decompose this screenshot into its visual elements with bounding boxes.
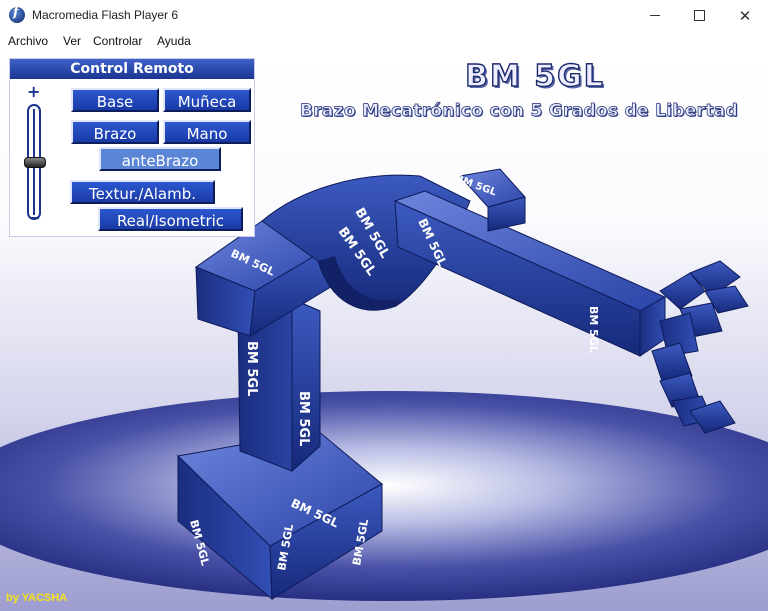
arm-label: BM 5GL [244,341,259,396]
window-title: Macromedia Flash Player 6 [32,8,179,22]
arm-label: BM 5GL [296,391,311,446]
slider-minus-icon[interactable] [30,217,39,219]
close-icon[interactable]: ✕ [722,0,768,31]
title-bar: Macromedia Flash Player 6 ✕ [0,0,768,31]
subtitle: Brazo Mecatrónico con 5 Grados de Libert… [299,101,739,122]
slider-thumb[interactable] [24,157,46,168]
textura-button[interactable]: Textur./Alamb. [70,180,215,204]
slider-plus-icon[interactable]: + [27,82,40,101]
floor-disk [0,391,768,601]
control-panel: Control Remoto + Base Muñeca Brazo Mano … [9,58,255,237]
menu-ver[interactable]: Ver [63,34,81,48]
panel-title: Control Remoto [10,59,254,79]
credit-text: by YACSHA [6,592,68,604]
menu-ayuda[interactable]: Ayuda [157,34,191,48]
flash-player-icon [9,5,25,23]
brazo-button[interactable]: Brazo [71,120,159,144]
main-title: BM 5GL [464,58,605,94]
vista-button[interactable]: Real/Isometric [98,207,243,231]
antebrazo-button[interactable]: anteBrazo [99,147,221,171]
menu-bar: Archivo Ver Controlar Ayuda [0,31,768,52]
mano-button[interactable]: Mano [163,120,251,144]
minimize-icon[interactable] [632,0,678,31]
muneca-button[interactable]: Muñeca [163,88,251,112]
menu-controlar[interactable]: Controlar [93,34,142,48]
base-button[interactable]: Base [71,88,159,112]
menu-archivo[interactable]: Archivo [8,34,48,48]
arm-label: BM 5GL [587,306,600,353]
flash-stage: BM 5GL BM 5GL BM 5GL BM 5GL BM 5GL BM 5G… [0,51,768,611]
maximize-icon[interactable] [676,0,722,31]
